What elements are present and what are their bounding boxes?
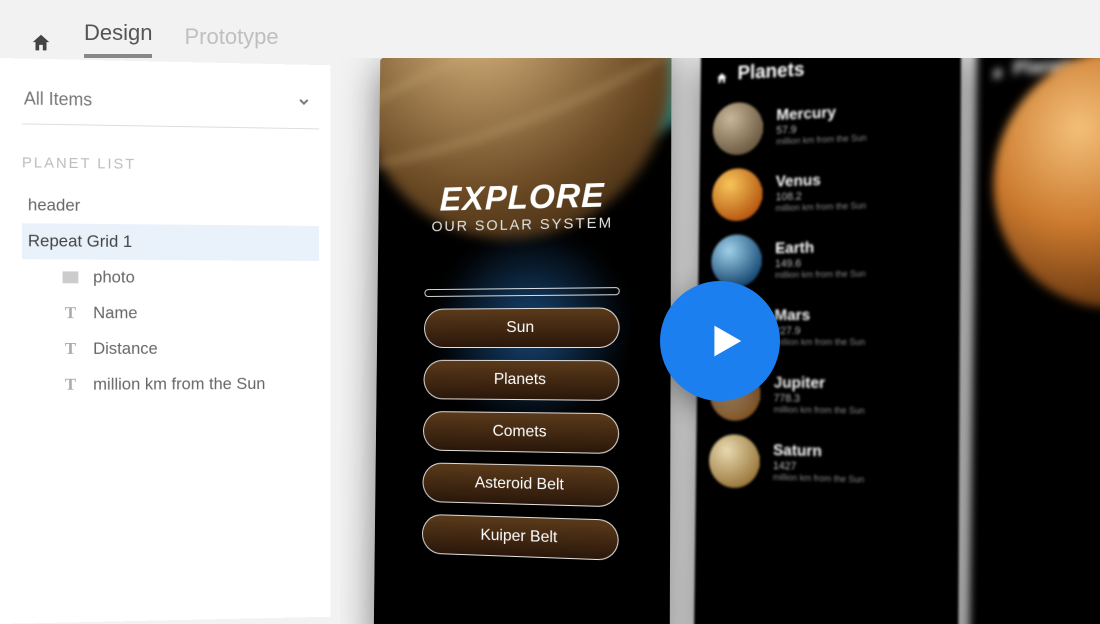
workspace: All Items PLANET LIST header Repeat Grid … — [0, 58, 1100, 624]
planet-distance: 778.3 — [774, 393, 865, 406]
layer-row[interactable]: T Name — [22, 295, 319, 331]
home-icon[interactable] — [991, 63, 1004, 77]
layer-label: header — [28, 195, 80, 215]
planet-unit: million km from the Sun — [773, 472, 864, 485]
artboard-explore[interactable]: EXPLORE OUR SOLAR SYSTEM Sun Planets Com… — [374, 58, 672, 624]
planet-unit: million km from the Sun — [775, 269, 866, 280]
text-icon: T — [62, 340, 80, 358]
artboard-planet-detail[interactable]: Planets — [969, 58, 1100, 624]
home-icon[interactable] — [30, 32, 52, 54]
top-toolbar: Design Prototype — [0, 0, 1100, 58]
layer-label: photo — [93, 268, 135, 288]
layer-label: million km from the Sun — [93, 374, 265, 394]
planet-text: Saturn1427million km from the Sun — [773, 442, 865, 484]
layers-filter-dropdown[interactable]: All Items — [22, 78, 319, 129]
menu-item-comets[interactable]: Comets — [423, 411, 619, 454]
play-button[interactable] — [660, 281, 780, 401]
section-label: PLANET LIST — [22, 154, 319, 175]
planet-text: Earth149.6million km from the Sun — [775, 238, 866, 279]
menu-item-asteroid-belt[interactable]: Asteroid Belt — [422, 462, 619, 507]
planet-thumbnail — [712, 167, 763, 221]
layer-row[interactable]: photo — [22, 259, 319, 296]
design-canvas[interactable]: EXPLORE OUR SOLAR SYSTEM Sun Planets Com… — [340, 58, 1100, 624]
planet-unit: million km from the Sun — [773, 404, 864, 415]
planet-name: Mars — [774, 307, 865, 326]
planet-thumbnail — [709, 434, 760, 489]
planet-distance: 227.9 — [774, 325, 865, 337]
artboard-title: Planets — [737, 59, 804, 85]
tab-design[interactable]: Design — [84, 20, 152, 58]
planet-text: Mercury57.9million km from the Sun — [776, 103, 867, 147]
planet-unit: million km from the Sun — [774, 337, 865, 347]
home-icon[interactable] — [715, 68, 728, 82]
layer-list: header Repeat Grid 1 photo T Name T Distance Tm… — [22, 187, 319, 403]
play-icon — [701, 318, 747, 364]
text-icon: T — [62, 376, 80, 394]
menu-item-kuiper-belt[interactable]: Kuiper Belt — [422, 514, 619, 561]
text-icon: T — [62, 304, 80, 322]
planet-name: Saturn — [773, 442, 864, 462]
planet-unit: million km from the Sun — [775, 200, 866, 213]
layer-label: Repeat Grid 1 — [28, 231, 132, 252]
planet-name: Earth — [775, 238, 866, 258]
planet-text: Jupiter778.3million km from the Sun — [773, 375, 864, 416]
layer-row[interactable]: T Distance — [22, 331, 319, 367]
layer-row[interactable]: header — [22, 187, 319, 226]
chevron-down-icon — [296, 94, 311, 115]
jupiter-image — [992, 58, 1100, 309]
planet-thumbnail — [713, 101, 764, 156]
planet-row[interactable]: Venus108.2million km from the Sun — [712, 161, 946, 222]
explore-menu: Sun Planets Comets Asteroid Belt Kuiper … — [422, 287, 620, 561]
menu-item-planets[interactable]: Planets — [423, 360, 619, 401]
menu-item-sun[interactable]: Sun — [424, 307, 620, 348]
planet-row[interactable]: Saturn1427million km from the Sun — [709, 434, 945, 494]
layers-panel: All Items PLANET LIST header Repeat Grid … — [0, 58, 330, 624]
planet-text: Venus108.2million km from the Sun — [775, 171, 866, 214]
dropdown-label: All Items — [24, 88, 92, 110]
layer-label: Name — [93, 303, 137, 323]
layer-row[interactable]: Tmillion km from the Sun — [22, 366, 319, 403]
rectangle-icon — [62, 268, 80, 286]
layer-label: Distance — [93, 339, 158, 359]
tab-prototype[interactable]: Prototype — [184, 24, 278, 58]
planet-thumbnail — [711, 234, 762, 288]
planet-text: Mars227.9million km from the Sun — [774, 307, 865, 347]
planet-name: Jupiter — [774, 375, 865, 394]
layer-row[interactable]: Repeat Grid 1 — [22, 223, 319, 261]
planet-row[interactable]: Earth149.6million km from the Sun — [711, 230, 946, 288]
menu-pill-decor — [424, 287, 619, 297]
planet-row[interactable]: Mercury57.9million km from the Sun — [713, 92, 947, 156]
